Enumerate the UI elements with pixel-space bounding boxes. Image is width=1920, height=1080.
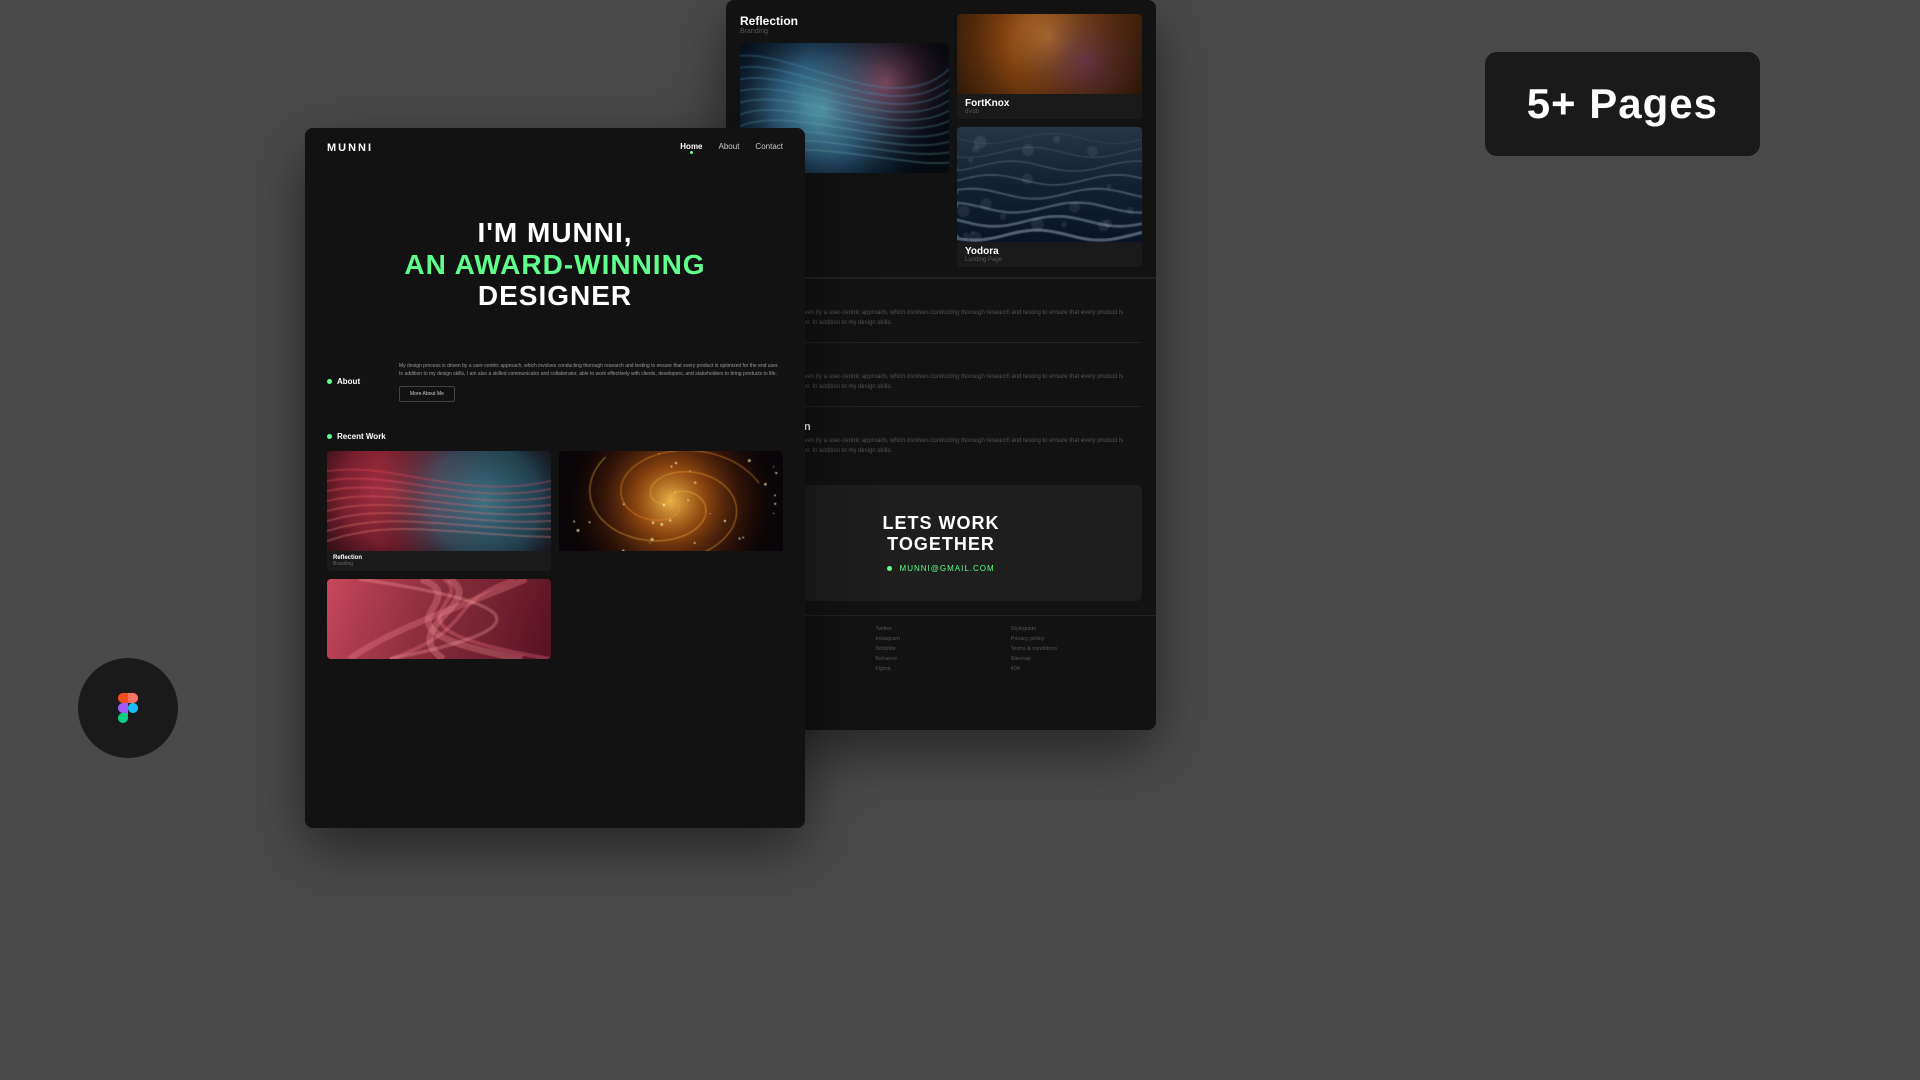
pages-badge: 5+ Pages [1485,52,1760,156]
about-dot [327,379,332,384]
rp-right-section: FortKnox dVdb Yodora Landing Page [957,14,1142,267]
recent-dot [327,434,332,439]
rp-reflection-title: Reflection [740,14,949,28]
hero-line2: AN AWARD-WINNING [327,249,783,281]
figma-icon [78,658,178,758]
footer-styleguide[interactable]: Styleguide [1011,626,1142,632]
footer-sitemap[interactable]: Sitemap [1011,656,1142,662]
about-content: My design process is driven by a user-ce… [399,362,783,402]
footer-instagram[interactable]: Instagram [875,636,1006,642]
recent-work-section: Recent Work Reflection Branding [305,422,805,669]
yodora-sub: Landing Page [965,257,1134,263]
reflection-image [327,451,551,551]
fortknox-sub: dVdb [965,109,1134,115]
footer-col-2: Twitter Instagram Dribbble Behance Figma [875,626,1006,672]
fortknox-image [957,14,1142,94]
work-item-galaxy[interactable] [559,451,783,571]
cta-line1: LETS WORK [760,513,1122,535]
footer-col-3: Styleguide Privacy policy Terms & condit… [1011,626,1142,672]
galaxy-image [559,451,783,551]
nav-link-contact[interactable]: Contact [755,142,783,154]
yodora-title: Yodora [965,246,1134,257]
fortknox-card[interactable]: FortKnox dVdb [957,14,1142,119]
rp-reflection-sub: Branding [740,28,949,35]
footer-terms[interactable]: Terms & conditions [1011,646,1142,652]
cta-dot [887,566,892,571]
site-logo: MUNNI [327,142,373,154]
yodora-card[interactable]: Yodora Landing Page [957,127,1142,267]
work-grid: Reflection Branding [327,451,783,659]
nav-link-home[interactable]: Home [680,142,702,154]
about-text: My design process is driven by a user-ce… [399,362,783,378]
work-item-reflection[interactable]: Reflection Branding [327,451,551,571]
more-about-button[interactable]: More About Me [399,386,455,402]
website-mockup: MUNNI Home About Contact I'M MUNNI, AN A… [305,128,805,828]
footer-twitter[interactable]: Twitter [875,626,1006,632]
cta-line2: TOGETHER [760,534,1122,556]
pink-wave-image [327,579,551,659]
recent-work-label: Recent Work [327,432,783,441]
fortknox-title: FortKnox [965,98,1134,109]
ocean-image [957,127,1142,242]
about-label: About [327,362,387,402]
work-item-pink[interactable] [327,579,551,659]
about-section: About My design process is driven by a u… [305,342,805,422]
hero-section: I'M MUNNI, AN AWARD-WINNING DESIGNER [305,168,805,342]
pages-badge-text: 5+ Pages [1527,80,1718,127]
cta-email[interactable]: MUNNI@GMAIL.COM [760,564,1122,573]
site-nav: MUNNI Home About Contact [305,128,805,168]
reflection-subtitle: Branding [333,561,545,567]
footer-behance[interactable]: Behance [875,656,1006,662]
footer-404[interactable]: 404 [1011,666,1142,672]
hero-line1: I'M MUNNI, [327,218,783,249]
hero-line3: DESIGNER [327,281,783,312]
nav-links: Home About Contact [680,142,783,154]
footer-figma[interactable]: Figma [875,666,1006,672]
nav-link-about[interactable]: About [719,142,740,154]
footer-dribbble[interactable]: Dribbble [875,646,1006,652]
footer-privacy[interactable]: Privacy policy [1011,636,1142,642]
